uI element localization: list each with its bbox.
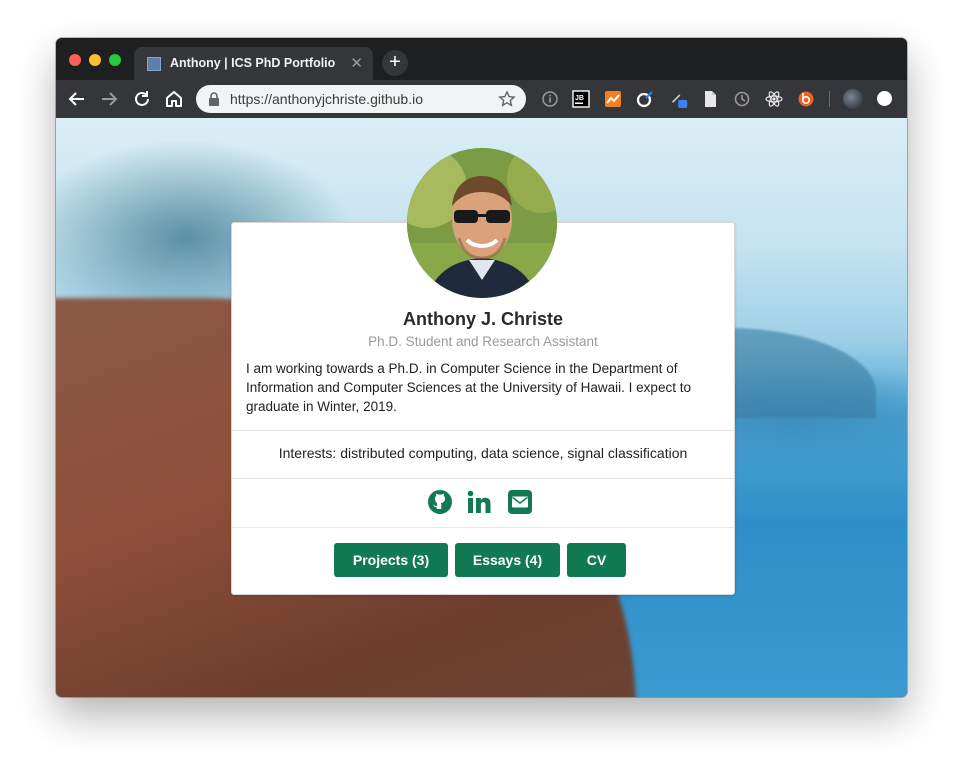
info-icon[interactable] — [541, 90, 559, 108]
github-icon[interactable] — [427, 489, 453, 515]
tab-title: Anthony | ICS PhD Portfolio — [170, 56, 336, 70]
projects-button[interactable]: Projects (3) — [334, 543, 448, 577]
bookmark-star-icon[interactable] — [498, 90, 516, 108]
profile-name: Anthony J. Christe — [402, 309, 563, 329]
window-minimize-button[interactable] — [89, 54, 101, 66]
pen-icon[interactable] — [670, 90, 688, 108]
browser-tab[interactable]: Anthony | ICS PhD Portfolio ✕ — [134, 47, 373, 80]
essays-button[interactable]: Essays (4) — [455, 543, 560, 577]
linkedin-icon[interactable] — [467, 489, 493, 515]
analytics-icon[interactable] — [604, 90, 622, 108]
new-tab-button[interactable]: + — [382, 50, 408, 76]
window-close-button[interactable] — [69, 54, 81, 66]
reload-icon[interactable] — [131, 88, 153, 110]
profile-interests: Interests: distributed computing, data s… — [278, 445, 688, 461]
window-maximize-button[interactable] — [109, 54, 121, 66]
timer-icon[interactable] — [733, 90, 751, 108]
browser-menu-icon[interactable] — [877, 91, 892, 106]
forward-icon[interactable] — [98, 88, 120, 110]
url-text[interactable]: https://anthonyjchriste.github.io — [230, 91, 423, 107]
profile-photo-icon — [407, 148, 557, 298]
card-divider — [232, 430, 734, 431]
favicon-icon — [147, 57, 161, 71]
browser-toolbar: https://anthonyjchriste.github.io JB — [56, 80, 907, 118]
address-bar[interactable]: https://anthonyjchriste.github.io — [196, 85, 526, 113]
document-icon[interactable] — [701, 90, 719, 108]
title-bar: Anthony | ICS PhD Portfolio ✕ + — [56, 38, 907, 80]
tab-close-icon[interactable]: ✕ — [350, 54, 363, 72]
card-divider — [232, 527, 734, 528]
lock-icon — [209, 92, 219, 106]
cv-button[interactable]: CV — [567, 543, 626, 577]
jb-icon[interactable]: JB — [572, 90, 590, 108]
jb-label: JB — [575, 95, 584, 102]
react-icon[interactable] — [765, 90, 783, 108]
page-background: Anthony J. Christe Ph.D. Student and Res… — [56, 118, 907, 697]
toolbar-separator — [829, 91, 830, 107]
home-icon[interactable] — [163, 88, 185, 110]
profile-bio: I am working towards a Ph.D. in Computer… — [246, 361, 691, 414]
bitly-icon[interactable] — [797, 90, 815, 108]
profile-avatar[interactable] — [843, 89, 863, 109]
browser-window: Anthony | ICS PhD Portfolio ✕ + https://… — [56, 38, 907, 697]
profile-role: Ph.D. Student and Research Assistant — [368, 334, 598, 349]
profile-avatar-photo — [407, 148, 557, 298]
card-divider — [232, 478, 734, 479]
extension-c-icon[interactable] — [636, 90, 654, 108]
back-icon[interactable] — [66, 88, 88, 110]
email-icon[interactable] — [507, 489, 533, 515]
